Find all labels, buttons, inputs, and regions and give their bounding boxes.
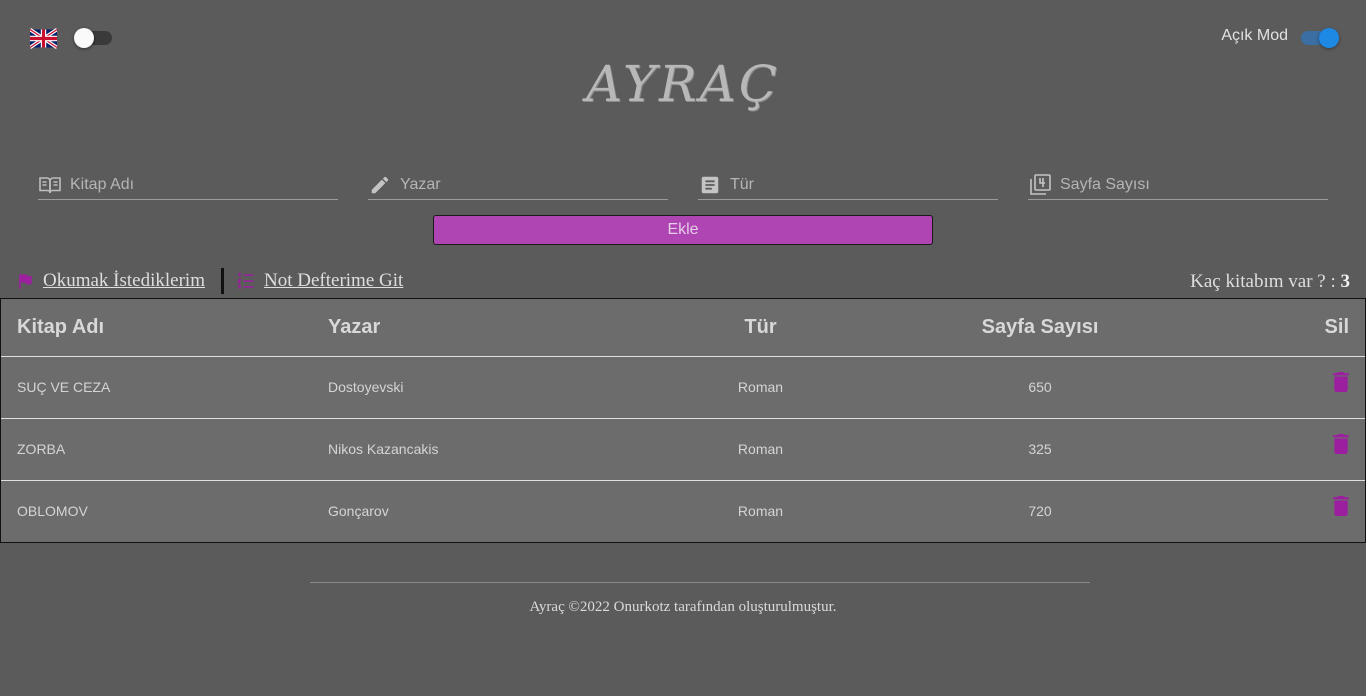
notebook-link[interactable]: Not Defterime Git [264, 270, 403, 292]
book-count-label: Kaç kitabım var ? : [1190, 271, 1341, 292]
header-author: Yazar [312, 299, 657, 357]
trash-icon[interactable] [1333, 433, 1349, 457]
book-count-value: 3 [1340, 271, 1351, 292]
light-mode-label: Açık Mod [1221, 27, 1288, 44]
author-field [368, 170, 668, 200]
nav-divider [221, 268, 224, 294]
table-row: OBLOMOV Gonçarov Roman 720 [1, 480, 1365, 542]
flag-icon [15, 271, 35, 291]
cell-book-name: SUÇ VE CEZA [1, 356, 312, 419]
table-row: ZORBA Nikos Kazancakis Roman 325 [1, 418, 1365, 481]
genre-input[interactable] [730, 175, 998, 194]
cell-book-name: ZORBA [1, 418, 312, 481]
cell-author: Dostoyevski [312, 356, 657, 419]
app-logo-text: AYRAÇ [585, 55, 781, 113]
list-icon [236, 271, 256, 291]
header-page-count: Sayfa Sayısı [864, 299, 1216, 357]
cell-page-count: 720 [1028, 503, 1052, 520]
book-count: Kaç kitabım var ? : 3 [1190, 271, 1350, 293]
page-count-field [1028, 170, 1328, 200]
header-delete: Sil [1216, 299, 1365, 357]
uk-flag-icon[interactable] [29, 28, 58, 49]
cell-page-count: 650 [864, 356, 1216, 419]
trash-icon[interactable] [1333, 371, 1349, 395]
trash-icon[interactable] [1333, 495, 1349, 519]
table-row: SUÇ VE CEZA Dostoyevski Roman 650 [1, 356, 1365, 419]
language-toggle-knob [74, 28, 94, 48]
book-name-field [38, 170, 338, 200]
author-input[interactable] [400, 175, 668, 194]
header-genre: Tür [657, 299, 864, 357]
genre-field [698, 170, 998, 200]
wishlist-link[interactable]: Okumak İstediklerim [43, 270, 205, 292]
cell-delete [1216, 480, 1365, 542]
light-mode-toggle-knob [1319, 28, 1339, 48]
cell-genre: Roman [657, 418, 864, 481]
language-toggle[interactable] [74, 28, 112, 48]
books-table: Kitap Adı Yazar Tür Sayfa Sayısı Sil SUÇ… [0, 298, 1366, 543]
app-logo: AYRAÇ [0, 55, 1366, 113]
document-icon [698, 173, 722, 197]
nav-links: Okumak İstediklerim Not Defterime Git [15, 268, 403, 294]
filter-4-icon [1028, 173, 1052, 197]
cell-book-name: OBLOMOV [17, 503, 88, 520]
pencil-icon [368, 173, 392, 197]
cell-genre: Roman [657, 356, 864, 419]
light-mode-toggle[interactable] [1301, 28, 1339, 48]
page-count-input[interactable] [1060, 175, 1328, 194]
book-name-input[interactable] [70, 175, 338, 194]
open-book-icon [38, 173, 62, 197]
cell-author: Nikos Kazancakis [312, 418, 657, 481]
cell-delete [1216, 418, 1365, 481]
cell-delete [1216, 356, 1365, 419]
footer-divider [310, 582, 1090, 583]
footer-copyright: Ayraç ©2022 Onurkotz tarafından oluşturu… [529, 599, 837, 615]
header-book-name: Kitap Adı [1, 299, 312, 357]
add-button[interactable]: Ekle [433, 215, 933, 245]
cell-genre: Roman [737, 503, 784, 520]
table-header-row: Kitap Adı Yazar Tür Sayfa Sayısı Sil [1, 299, 1365, 357]
cell-author: Gonçarov [328, 503, 389, 520]
cell-page-count: 325 [864, 418, 1216, 481]
